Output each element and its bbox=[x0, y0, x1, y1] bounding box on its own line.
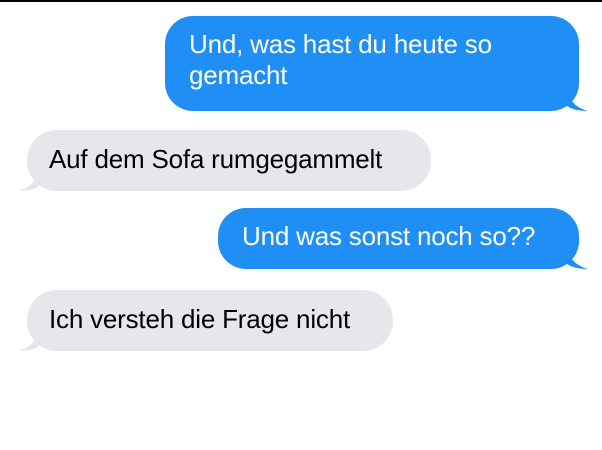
conversation-thread: Und, was hast du heute so gemacht Auf de… bbox=[0, 2, 602, 450]
message-text: Und was sonst noch so?? bbox=[242, 221, 536, 251]
bubble-tail-icon bbox=[566, 85, 588, 111]
messages-screen: Und, was hast du heute so gemacht Auf de… bbox=[0, 0, 602, 450]
bubble-tail-icon bbox=[18, 165, 40, 191]
message-text: Und, was hast du heute so gemacht bbox=[189, 29, 492, 90]
incoming-message-bubble[interactable]: Auf dem Sofa rumgegammelt bbox=[18, 130, 431, 191]
message-text: Auf dem Sofa rumgegammelt bbox=[49, 144, 383, 174]
incoming-message-bubble[interactable]: Ich versteh die Frage nicht bbox=[18, 290, 393, 351]
bubble-tail-icon bbox=[18, 325, 40, 351]
outgoing-message-bubble[interactable]: Und was sonst noch so?? bbox=[218, 208, 588, 269]
bubble-tail-icon bbox=[566, 243, 588, 269]
outgoing-message-bubble[interactable]: Und, was hast du heute so gemacht bbox=[165, 16, 588, 111]
message-text: Ich versteh die Frage nicht bbox=[49, 304, 350, 334]
